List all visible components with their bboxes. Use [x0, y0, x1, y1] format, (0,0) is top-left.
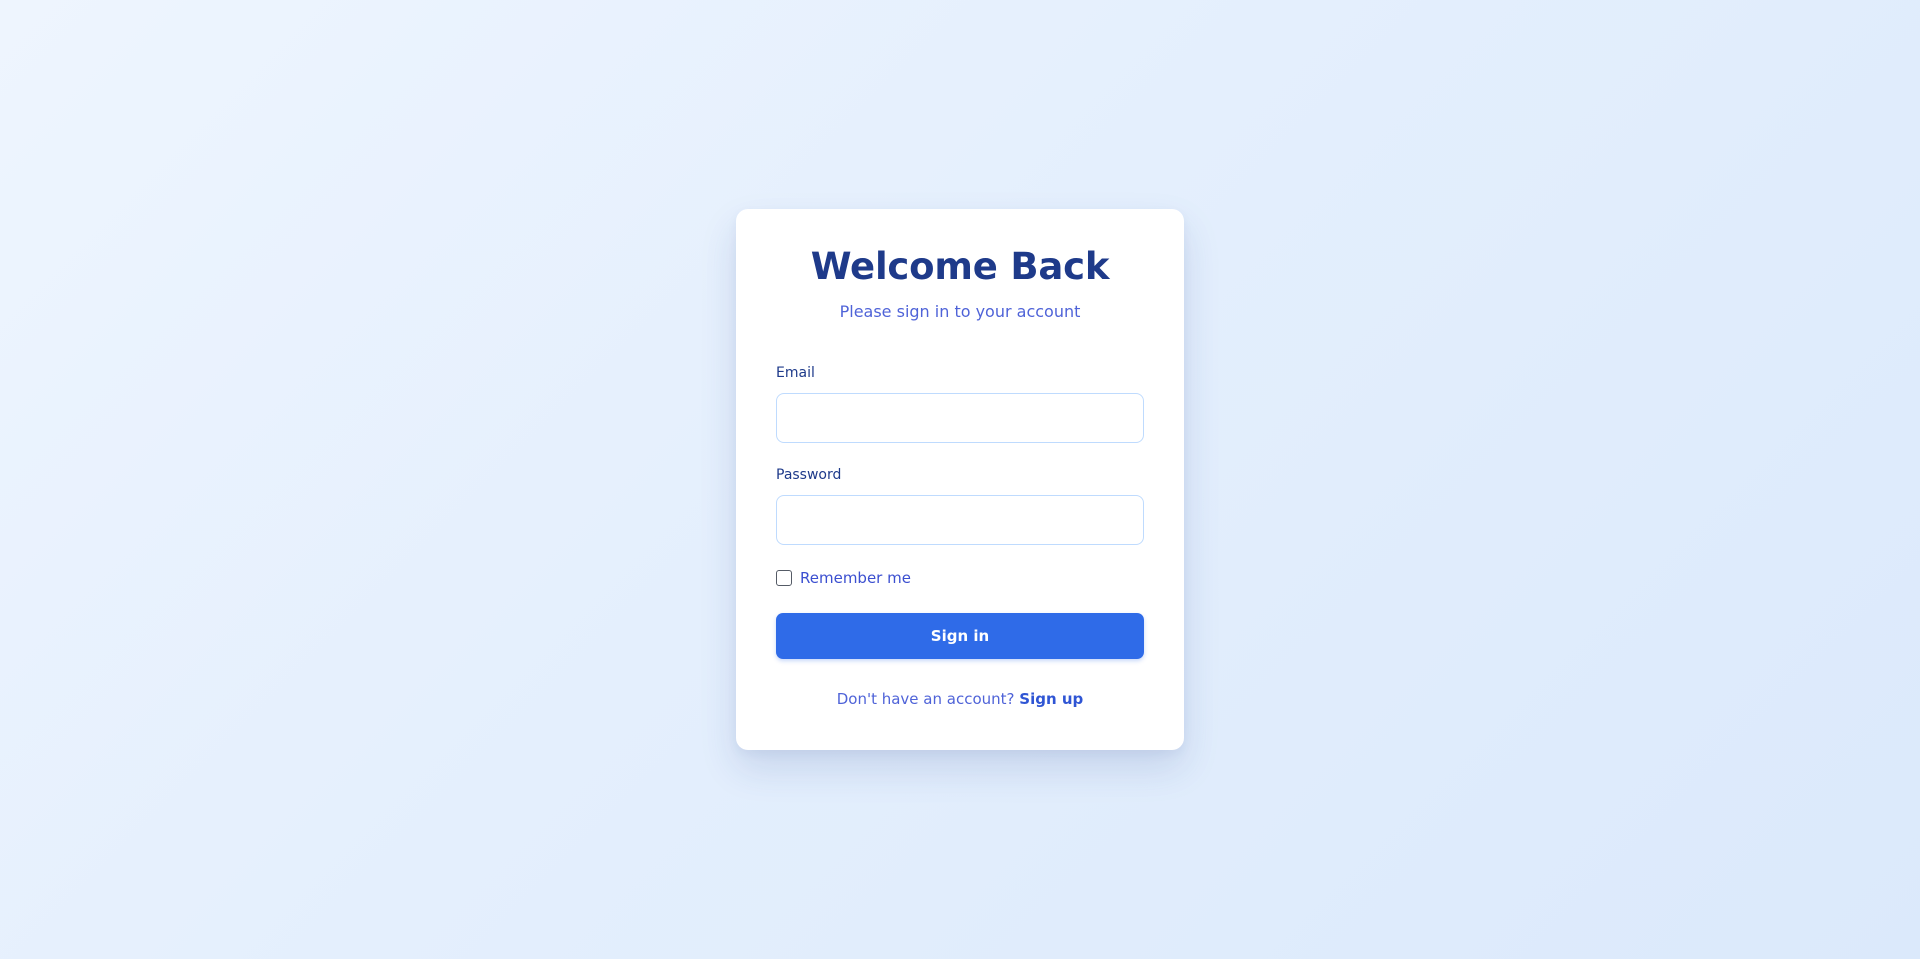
- page-title: Welcome Back: [810, 245, 1110, 288]
- remember-me-label[interactable]: Remember me: [800, 569, 911, 587]
- page-subtitle: Please sign in to your account: [839, 302, 1081, 321]
- signup-prompt-text: Don't have an account?: [836, 690, 1015, 708]
- sign-up-link[interactable]: Sign up: [1019, 690, 1083, 708]
- password-field[interactable]: [776, 495, 1144, 545]
- email-label: Email: [776, 365, 815, 381]
- remember-me-row: Remember me: [776, 569, 911, 587]
- remember-me-checkbox[interactable]: [776, 570, 792, 586]
- password-label: Password: [776, 467, 842, 483]
- login-card: Welcome Back Please sign in to your acco…: [736, 209, 1184, 750]
- signup-prompt: Don't have an account? Sign up: [736, 690, 1184, 708]
- email-field[interactable]: [776, 393, 1144, 443]
- sign-in-button[interactable]: Sign in: [776, 613, 1144, 659]
